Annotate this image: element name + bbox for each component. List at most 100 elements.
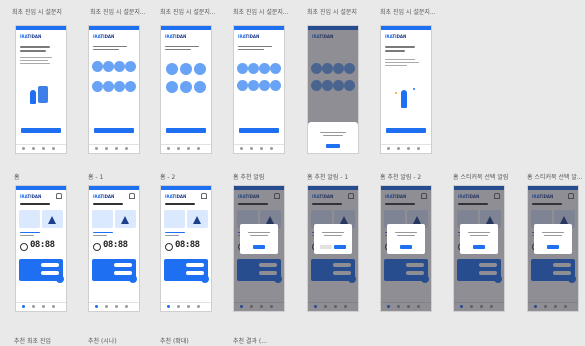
- fab-button[interactable]: [56, 275, 64, 283]
- confirm-button[interactable]: [386, 128, 426, 133]
- survey-screen-4[interactable]: IRATIDAN: [233, 25, 285, 154]
- tab-icon[interactable]: [167, 147, 170, 150]
- modal-confirm-button[interactable]: [334, 245, 346, 249]
- option-circle[interactable]: [103, 81, 114, 92]
- tab-icon[interactable]: [42, 305, 45, 308]
- modal-cancel-button[interactable]: [320, 245, 332, 249]
- tab-icon[interactable]: [105, 305, 108, 308]
- option-circle[interactable]: [125, 61, 136, 72]
- tab-icon[interactable]: [260, 147, 263, 150]
- tab-icon[interactable]: [32, 305, 35, 308]
- home-screen-5[interactable]: IRATIDAN 08:88: [307, 185, 359, 312]
- option-circle[interactable]: [248, 63, 259, 74]
- modal-confirm-button[interactable]: [547, 245, 559, 249]
- survey-screen-3[interactable]: IRATIDAN: [160, 25, 212, 154]
- option-circle[interactable]: [259, 80, 270, 91]
- bell-icon[interactable]: [129, 193, 135, 199]
- tab-icon[interactable]: [187, 305, 190, 308]
- option-circle[interactable]: [237, 80, 248, 91]
- option-circle[interactable]: [248, 80, 259, 91]
- action-pill[interactable]: [186, 271, 204, 275]
- home-screen-7[interactable]: IRATIDAN 08:88: [453, 185, 505, 312]
- survey-screen-5-modal[interactable]: IRATIDAN: [307, 25, 359, 154]
- bell-icon[interactable]: [56, 193, 62, 199]
- fab-button[interactable]: [129, 275, 137, 283]
- tab-icon[interactable]: [105, 147, 108, 150]
- fab-button[interactable]: [201, 275, 209, 283]
- modal-confirm-button[interactable]: [253, 245, 265, 249]
- start-button[interactable]: [21, 128, 61, 133]
- action-pill[interactable]: [41, 271, 59, 275]
- tab-icon[interactable]: [32, 147, 35, 150]
- option-circle[interactable]: [92, 81, 103, 92]
- next-button[interactable]: [166, 128, 206, 133]
- tab-icon[interactable]: [95, 305, 98, 308]
- modal-confirm-button[interactable]: [473, 245, 485, 249]
- bell-icon[interactable]: [201, 193, 207, 199]
- tab-icon[interactable]: [125, 305, 128, 308]
- modal-confirm-button[interactable]: [400, 245, 412, 249]
- tab-icon[interactable]: [250, 147, 253, 150]
- tab-icon[interactable]: [407, 147, 410, 150]
- tab-icon[interactable]: [387, 147, 390, 150]
- action-pill[interactable]: [186, 263, 204, 267]
- option-circle[interactable]: [166, 63, 178, 75]
- weather-card[interactable]: [92, 210, 113, 228]
- tab-icon[interactable]: [187, 147, 190, 150]
- timer-toggle-icon[interactable]: [93, 243, 101, 251]
- tab-icon[interactable]: [177, 305, 180, 308]
- modal-confirm-button[interactable]: [326, 144, 340, 148]
- next-button[interactable]: [94, 128, 134, 133]
- tab-icon[interactable]: [52, 147, 55, 150]
- option-circle[interactable]: [180, 81, 192, 93]
- option-circle[interactable]: [114, 61, 125, 72]
- tab-icon[interactable]: [270, 147, 273, 150]
- frame-title: 홈: [14, 174, 20, 181]
- home-screen-3[interactable]: IRATIDAN 08:88: [160, 185, 212, 312]
- survey-screen-6[interactable]: IRATIDAN: [380, 25, 432, 154]
- timer-toggle-icon[interactable]: [165, 243, 173, 251]
- tab-icon[interactable]: [240, 147, 243, 150]
- home-screen-4[interactable]: IRATIDAN 08:88: [233, 185, 285, 312]
- canvas[interactable]: { "row1_titles": ["최초 진입 시 설문지", "최초 진입 …: [0, 0, 585, 346]
- tab-icon[interactable]: [197, 147, 200, 150]
- tab-icon[interactable]: [417, 147, 420, 150]
- tab-icon[interactable]: [177, 147, 180, 150]
- option-circle[interactable]: [114, 81, 125, 92]
- tab-icon[interactable]: [52, 305, 55, 308]
- option-circle[interactable]: [194, 63, 206, 75]
- home-screen-1[interactable]: IRATIDAN 08:88: [15, 185, 67, 312]
- tab-icon[interactable]: [95, 147, 98, 150]
- option-circle[interactable]: [237, 63, 248, 74]
- tab-icon[interactable]: [42, 147, 45, 150]
- survey-screen-2[interactable]: IRATIDAN: [88, 25, 140, 154]
- option-circle[interactable]: [270, 63, 281, 74]
- tab-home-icon[interactable]: [22, 147, 25, 150]
- action-pill[interactable]: [114, 271, 132, 275]
- tab-icon[interactable]: [115, 305, 118, 308]
- survey-screen-1[interactable]: IRATIDAN: [15, 25, 67, 154]
- weather-card[interactable]: [164, 210, 185, 228]
- option-circle[interactable]: [92, 61, 103, 72]
- tab-icon[interactable]: [167, 305, 170, 308]
- next-button[interactable]: [239, 128, 279, 133]
- tab-icon[interactable]: [397, 147, 400, 150]
- home-screen-6[interactable]: IRATIDAN 08:88: [380, 185, 432, 312]
- action-pill[interactable]: [114, 263, 132, 267]
- option-circle[interactable]: [180, 63, 192, 75]
- option-circle[interactable]: [125, 81, 136, 92]
- home-screen-2[interactable]: IRATIDAN 08:88: [88, 185, 140, 312]
- action-pill[interactable]: [41, 263, 59, 267]
- option-circle[interactable]: [103, 61, 114, 72]
- tab-icon[interactable]: [125, 147, 128, 150]
- option-circle[interactable]: [166, 81, 178, 93]
- tab-icon[interactable]: [115, 147, 118, 150]
- option-circle[interactable]: [194, 81, 206, 93]
- weather-card[interactable]: [19, 210, 40, 228]
- option-circle[interactable]: [259, 63, 270, 74]
- tab-icon[interactable]: [22, 305, 25, 308]
- timer-toggle-icon[interactable]: [20, 243, 28, 251]
- tab-icon[interactable]: [197, 305, 200, 308]
- home-screen-8[interactable]: IRATIDAN 08:88: [527, 185, 579, 312]
- option-circle[interactable]: [270, 80, 281, 91]
